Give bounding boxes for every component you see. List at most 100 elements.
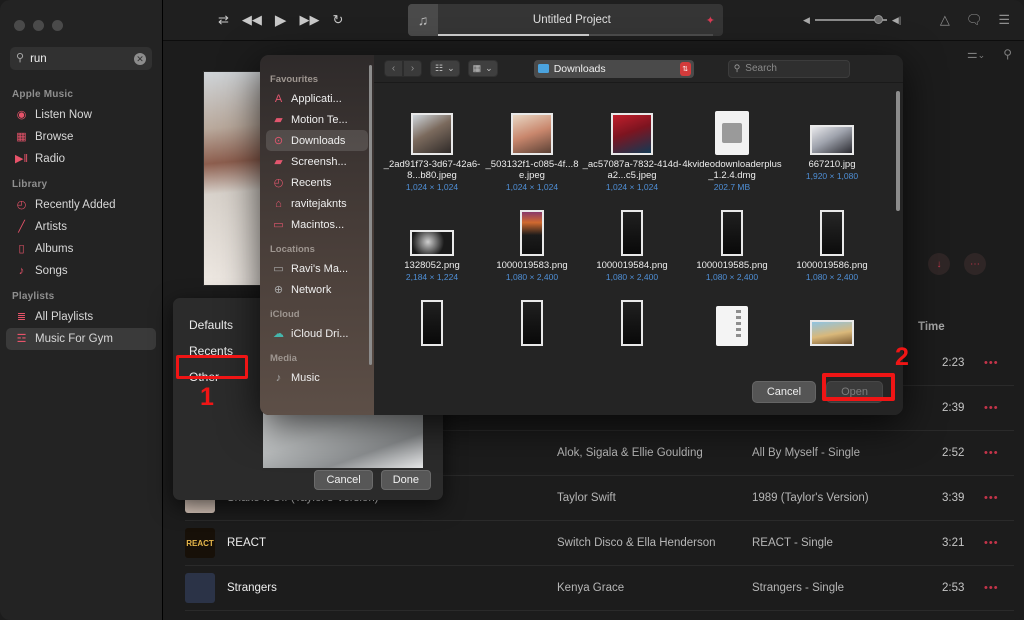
music-note-icon: ♪ bbox=[272, 372, 285, 384]
close-button[interactable] bbox=[14, 20, 25, 31]
sidebar-item-radio[interactable]: ▶‖Radio bbox=[6, 148, 156, 170]
topbar-right-icons[interactable]: △ 🗨 ☰ bbox=[940, 12, 1010, 28]
file-item[interactable] bbox=[782, 288, 882, 350]
file-item[interactable]: _503132f1-c085-4f...8e.jpeg1,024 × 1,024 bbox=[482, 97, 582, 192]
now-playing-panel[interactable]: ♫ Untitled Project ✦ bbox=[408, 4, 723, 36]
file-sidebar-item-ravi-s-ma-[interactable]: ▭Ravi's Ma... bbox=[266, 258, 368, 279]
file-item[interactable]: 4kvideodownloaderplus_1.2.4.dmg202.7 MB bbox=[682, 97, 782, 192]
file-sidebar-item-screensh-[interactable]: ▰Screensh... bbox=[266, 151, 368, 172]
repeat-icon[interactable]: ↻ bbox=[332, 12, 343, 28]
clear-search-icon[interactable]: ✕ bbox=[134, 53, 146, 65]
file-item[interactable]: 667210.jpg1,920 × 1,080 bbox=[782, 97, 882, 192]
file-sidebar-item-icloud-dri-[interactable]: ☁iCloud Dri... bbox=[266, 323, 368, 344]
row-more-button[interactable]: ••• bbox=[984, 492, 999, 504]
path-stepper-icon[interactable]: ⇅ bbox=[680, 62, 691, 76]
file-grid-scrollbar[interactable] bbox=[896, 91, 900, 211]
search-input[interactable] bbox=[30, 53, 118, 65]
filter-icon[interactable]: ⚌⌄ bbox=[967, 47, 985, 61]
file-dialog-search[interactable]: ⚲ Search bbox=[728, 60, 850, 78]
sidebar-item-listen-now[interactable]: ◉Listen Now bbox=[6, 104, 156, 126]
file-dialog-main: ‹ › ☷ ⌄ ▦ ⌄ Downloads ⇅ ⚲ bbox=[374, 55, 903, 415]
cancel-button[interactable]: Cancel bbox=[752, 381, 816, 403]
transport-bar: ⇄◀◀▶▶▶↻ ♫ Untitled Project ✦ ◀ ◀| △ 🗨 ☰ bbox=[163, 0, 1024, 41]
media-popup-actions[interactable]: Cancel Done bbox=[314, 470, 431, 490]
more-button[interactable]: ⋯ bbox=[964, 253, 986, 275]
row-more-button[interactable]: ••• bbox=[984, 357, 999, 369]
sidebar-item-songs[interactable]: ♪Songs bbox=[6, 260, 156, 282]
file-sidebar-item-macintos-[interactable]: ▭Macintos... bbox=[266, 214, 368, 235]
file-sidebar-item-recents[interactable]: ◴Recents bbox=[266, 172, 368, 193]
next-icon[interactable]: ▶▶ bbox=[299, 12, 319, 28]
table-row[interactable]: StrangersKenya GraceStrangers - Single2:… bbox=[185, 566, 1014, 611]
file-sidebar-item-motion-te-[interactable]: ▰Motion Te... bbox=[266, 109, 368, 130]
volume-knob[interactable] bbox=[874, 15, 883, 24]
playlist-actions[interactable]: ↓ ⋯ bbox=[928, 253, 986, 275]
volume-slider[interactable] bbox=[815, 19, 887, 21]
sidebar-item-label: Listen Now bbox=[35, 109, 92, 121]
popup-cancel-button[interactable]: Cancel bbox=[314, 470, 372, 490]
file-item[interactable]: _ac57087a-7832-414d-a2...c5.jpeg1,024 × … bbox=[582, 97, 682, 192]
traffic-lights[interactable] bbox=[0, 8, 162, 31]
search-icon[interactable]: ⚲ bbox=[1003, 47, 1012, 61]
transport-controls[interactable]: ⇄◀◀▶▶▶↻ bbox=[218, 11, 343, 29]
sidebar-item-music-for-gym[interactable]: ☲Music For Gym bbox=[6, 328, 156, 350]
path-popup-button[interactable]: Downloads ⇅ bbox=[534, 60, 694, 78]
icloud-icon: ☁ bbox=[272, 327, 285, 340]
file-item[interactable]: 1000019586.png1,080 × 2,400 bbox=[782, 198, 882, 282]
sidebar-search[interactable]: ⚲ ✕ bbox=[10, 47, 152, 70]
sidebar-item-all-playlists[interactable]: ≣All Playlists bbox=[6, 306, 156, 328]
file-item[interactable]: 1328052.png2,184 × 1,224 bbox=[382, 198, 482, 282]
group-by-button[interactable]: ▦ ⌄ bbox=[468, 60, 498, 77]
view-mode-button[interactable]: ☷ ⌄ bbox=[430, 60, 460, 77]
content-filter-bar[interactable]: ⚌⌄ ⚲ bbox=[967, 47, 1012, 61]
table-row[interactable]: REACTREACTSwitch Disco & Ella HendersonR… bbox=[185, 521, 1014, 566]
sidebar-item-albums[interactable]: ▯Albums bbox=[6, 238, 156, 260]
shuffle-icon[interactable]: ⇄ bbox=[218, 12, 229, 28]
popup-done-button[interactable]: Done bbox=[381, 470, 431, 490]
file-item[interactable] bbox=[482, 288, 582, 350]
row-more-button[interactable]: ••• bbox=[984, 402, 999, 414]
airplay-icon[interactable]: △ bbox=[940, 12, 950, 28]
sidebar-item-browse[interactable]: ▦Browse bbox=[6, 126, 156, 148]
back-button[interactable]: ‹ bbox=[384, 60, 403, 77]
file-name: _503132f1-c085-4f...8e.jpeg bbox=[482, 159, 582, 181]
download-button[interactable]: ↓ bbox=[928, 253, 950, 275]
file-item[interactable] bbox=[582, 288, 682, 350]
song-duration: 2:23 bbox=[942, 357, 984, 369]
sidebar-item-artists[interactable]: ╱Artists bbox=[6, 216, 156, 238]
file-sidebar-item-downloads[interactable]: ⊙Downloads bbox=[266, 130, 368, 151]
file-item[interactable]: 1000019584.png1,080 × 2,400 bbox=[582, 198, 682, 282]
file-sidebar-item-applicati-[interactable]: AApplicati... bbox=[266, 88, 368, 109]
file-dialog-toolbar[interactable]: ‹ › ☷ ⌄ ▦ ⌄ Downloads ⇅ ⚲ bbox=[374, 55, 903, 83]
forward-button[interactable]: › bbox=[403, 60, 422, 77]
row-more-button[interactable]: ••• bbox=[984, 582, 999, 594]
file-grid[interactable]: _2ad91f73-3d67-42a6-8...b80.jpeg1,024 × … bbox=[374, 83, 903, 368]
zoom-button[interactable] bbox=[52, 20, 63, 31]
row-more-button[interactable]: ••• bbox=[984, 447, 999, 459]
volume-control[interactable]: ◀ ◀| bbox=[803, 15, 901, 26]
annotation-box-1 bbox=[176, 355, 248, 379]
file-sidebar-item-music[interactable]: ♪Music bbox=[266, 367, 368, 388]
previous-icon[interactable]: ◀◀ bbox=[242, 12, 262, 28]
lyrics-icon[interactable]: 🗨 bbox=[966, 12, 983, 28]
row-more-button[interactable]: ••• bbox=[984, 537, 999, 549]
media-source-item-defaults[interactable]: Defaults bbox=[173, 312, 249, 338]
nav-buttons[interactable]: ‹ › bbox=[384, 60, 422, 77]
minimize-button[interactable] bbox=[33, 20, 44, 31]
sidebar-scrollbar[interactable] bbox=[369, 65, 372, 365]
file-item[interactable] bbox=[682, 288, 782, 350]
file-sidebar-item-network[interactable]: ⊕Network bbox=[266, 279, 368, 300]
file-sidebar-label: ravitejaknts bbox=[291, 198, 347, 210]
file-item[interactable]: _2ad91f73-3d67-42a6-8...b80.jpeg1,024 × … bbox=[382, 97, 482, 192]
sidebar-item-recently-added[interactable]: ◴Recently Added bbox=[6, 194, 156, 216]
search-icon: ⚲ bbox=[16, 53, 24, 64]
play-icon[interactable]: ▶ bbox=[275, 11, 287, 29]
file-item[interactable] bbox=[382, 288, 482, 350]
playback-progress[interactable] bbox=[438, 34, 713, 36]
file-sidebar-item-ravitejaknts[interactable]: ⌂ravitejaknts bbox=[266, 193, 368, 214]
file-picker-dialog[interactable]: FavouritesAApplicati...▰Motion Te...⊙Dow… bbox=[260, 55, 903, 415]
star-icon[interactable]: ✦ bbox=[706, 14, 715, 27]
file-item[interactable]: 1000019583.png1,080 × 2,400 bbox=[482, 198, 582, 282]
file-item[interactable]: 1000019585.png1,080 × 2,400 bbox=[682, 198, 782, 282]
queue-icon[interactable]: ☰ bbox=[998, 12, 1010, 28]
